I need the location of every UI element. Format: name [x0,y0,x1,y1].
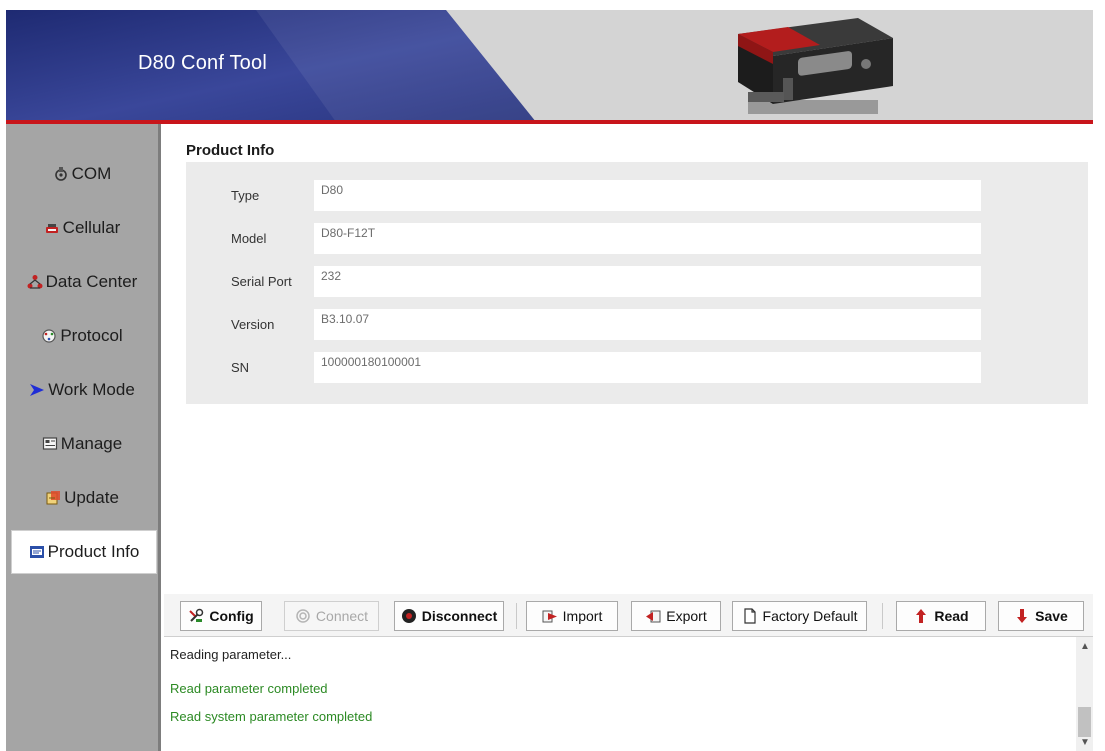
save-button-label: Save [1035,608,1068,624]
sidebar-item-update[interactable]: Update [6,476,158,520]
sidebar-item-label: Cellular [62,218,121,237]
product-info-icon [29,546,44,558]
export-icon [646,610,661,623]
protocol-icon [42,329,56,343]
sidebar-item-product-info[interactable]: Product Info [11,530,157,574]
serial-port-field[interactable]: 232 [314,266,981,297]
read-button[interactable]: Read [896,601,986,631]
arrow-up-icon [916,609,927,623]
sidebar-item-label: Update [64,488,119,507]
sidebar-item-label: COM [71,164,112,183]
log-line: Read parameter completed [170,681,328,696]
app-header: D80 Conf Tool [0,0,1105,124]
toolbar-separator [882,603,883,629]
disconnect-button[interactable]: Disconnect [394,601,504,631]
config-button[interactable]: Config [180,601,262,631]
update-icon [46,491,61,505]
config-tools-icon [189,608,204,622]
config-button-label: Config [209,608,254,624]
sidebar-nav: COM Cellular Data Center Protocol Work M… [6,124,161,751]
type-label: Type [231,188,260,203]
sidebar-item-label: Product Info [47,542,140,561]
action-toolbar: Config Connect Disconnect Import Export [164,594,1093,636]
sidebar-item-label: Work Mode [48,380,135,399]
version-field[interactable]: B3.10.07 [314,309,981,340]
manage-icon [42,437,57,450]
connect-button[interactable]: Connect [284,601,379,631]
sidebar-item-work-mode[interactable]: Work Mode [6,368,158,412]
cellular-icon [45,224,58,233]
connect-button-label: Connect [315,608,369,624]
sidebar-item-label: Manage [60,434,123,453]
disconnect-button-label: Disconnect [421,608,498,624]
product-info-page: Product Info Type D80 Model D80-F12T Ser… [164,124,1093,594]
scroll-up-arrow-icon[interactable]: ▲ [1080,641,1090,652]
scroll-down-arrow-icon[interactable]: ▼ [1080,737,1090,748]
type-field[interactable]: D80 [314,180,981,211]
product-info-panel: Type D80 Model D80-F12T Serial Port 232 … [186,162,1088,404]
com-port-icon [54,167,67,181]
sn-label: SN [231,360,250,375]
import-icon [542,610,557,623]
factory-default-button[interactable]: Factory Default [732,601,867,631]
log-line: Read system parameter completed [170,709,373,724]
sidebar-item-com[interactable]: COM [6,152,158,196]
export-button[interactable]: Export [631,601,721,631]
data-center-icon [27,275,43,289]
sidebar-item-manage[interactable]: Manage [6,422,158,466]
log-scrollbar[interactable]: ▲ ▼ [1076,637,1093,751]
model-label: Model [231,231,267,246]
import-button-label: Import [562,608,603,624]
import-button[interactable]: Import [526,601,618,631]
sidebar-item-protocol[interactable]: Protocol [6,314,158,358]
arrow-down-icon [1017,609,1028,623]
document-icon [743,608,756,624]
serial-port-label: Serial Port [231,274,292,289]
scroll-thumb[interactable] [1078,707,1091,737]
model-field[interactable]: D80-F12T [314,223,981,254]
sidebar-item-data-center[interactable]: Data Center [6,260,158,304]
sidebar-item-cellular[interactable]: Cellular [6,206,158,250]
log-line: Reading parameter... [170,647,292,662]
log-panel[interactable]: Reading parameter... Read parameter comp… [164,636,1093,751]
factory-default-button-label: Factory Default [762,608,858,624]
device-product-image [738,18,893,114]
read-button-label: Read [934,608,969,624]
app-title: D80 Conf Tool [138,52,267,74]
version-label: Version [231,317,275,332]
sidebar-item-label: Protocol [60,326,123,345]
sn-field[interactable]: 100000180100001 [314,352,981,383]
disconnect-icon [401,609,416,623]
toolbar-separator [516,603,517,629]
section-title: Product Info [186,142,275,159]
export-button-label: Export [666,608,707,624]
connect-icon [296,609,310,623]
sidebar-item-label: Data Center [45,272,138,291]
save-button[interactable]: Save [998,601,1084,631]
work-mode-arrow-icon [30,384,45,396]
